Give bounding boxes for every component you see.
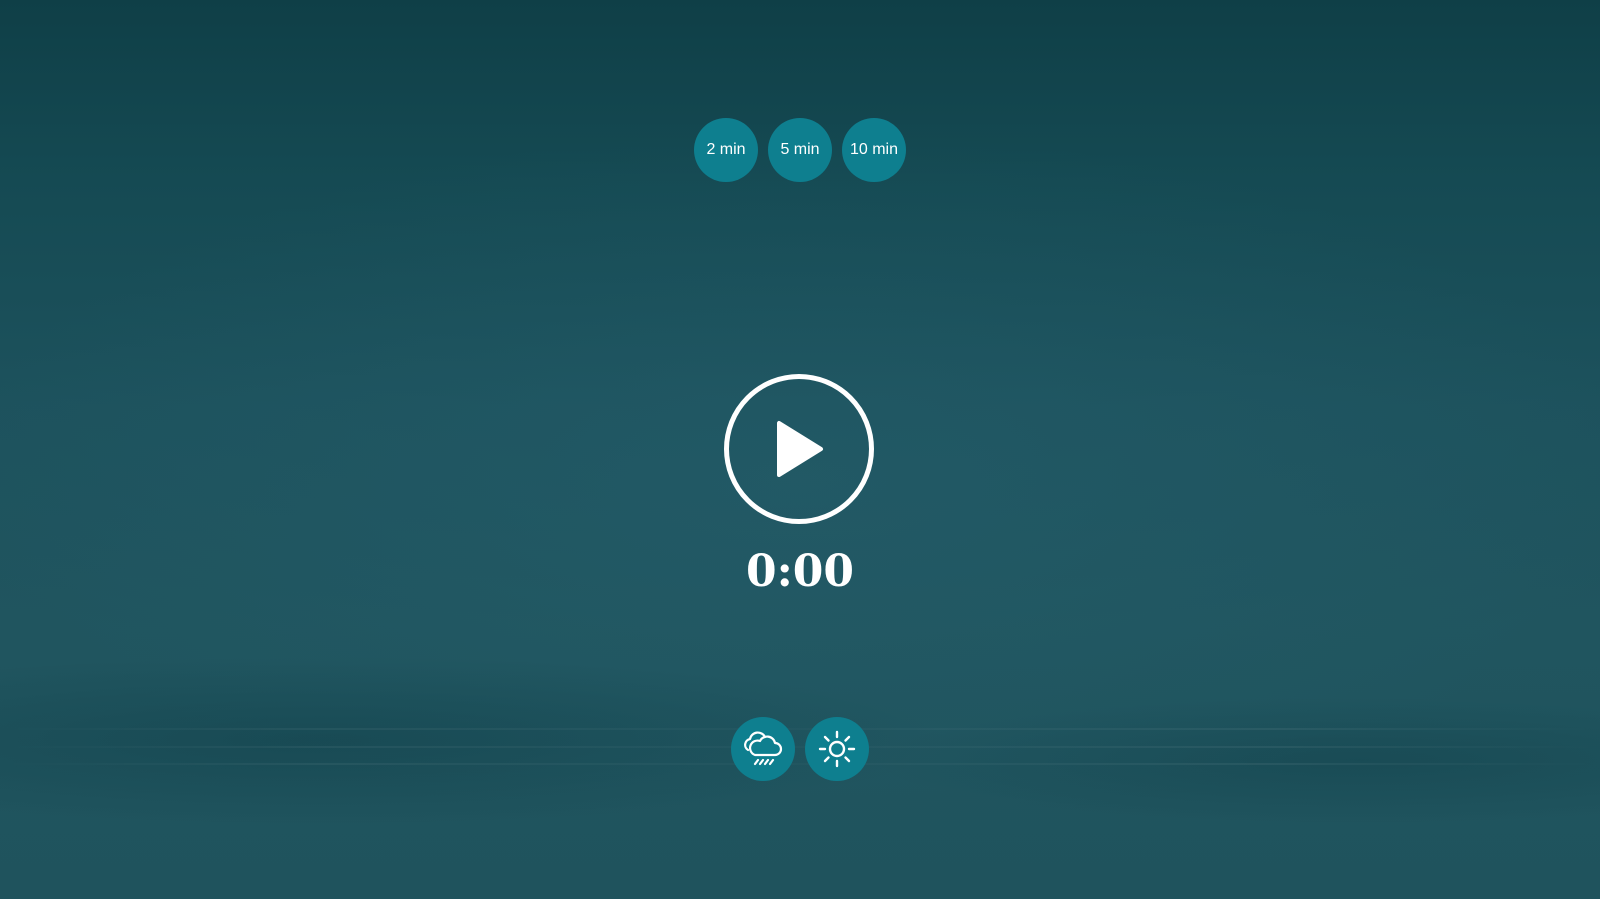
sun-icon — [818, 730, 856, 768]
duration-2-min-button[interactable]: 2 min — [694, 118, 758, 182]
sound-selector — [731, 717, 869, 781]
duration-10-min-button[interactable]: 10 min — [842, 118, 906, 182]
play-button[interactable] — [724, 374, 874, 524]
play-icon — [777, 421, 823, 477]
duration-selector: 2 min 5 min 10 min — [694, 118, 906, 182]
duration-5-min-button[interactable]: 5 min — [768, 118, 832, 182]
sun-sound-button[interactable] — [805, 717, 869, 781]
rain-sound-button[interactable] — [731, 717, 795, 781]
timer-display: 0:00 — [745, 546, 855, 597]
rain-cloud-icon — [744, 731, 783, 766]
